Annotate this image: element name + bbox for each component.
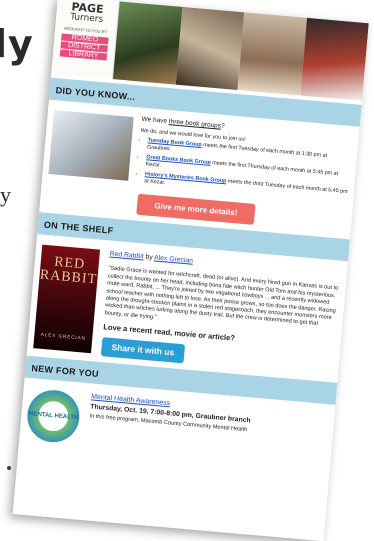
background-dot xyxy=(7,466,11,470)
three-book-groups-link[interactable]: three book groups xyxy=(169,118,222,130)
did-you-know-body: We have three book groups? We do, and we… xyxy=(128,115,353,206)
background-text-fragment: y xyxy=(0,182,11,207)
book-title-link[interactable]: Red Rabbit xyxy=(109,251,143,261)
intro-text: We have xyxy=(141,115,170,126)
page-turners-logo[interactable]: PAGE Turners BROUGHT TO YOU BY ROMEO DIS… xyxy=(51,0,120,80)
background-heading-fragment: ly xyxy=(0,22,34,66)
intro-punct: ? xyxy=(220,122,225,131)
book-group-photo xyxy=(48,110,134,181)
author-link[interactable]: Alex Grecian xyxy=(154,254,193,264)
banner-photo-event xyxy=(299,17,369,101)
library-brand: ROMEO DISTRICT LIBRARY xyxy=(56,33,113,61)
share-it-button[interactable]: Share it with us xyxy=(100,336,185,364)
more-details-button[interactable]: Give me more details! xyxy=(136,193,256,225)
by-text: by xyxy=(143,253,155,262)
banner-photo-library xyxy=(112,1,183,85)
newsletter-page: PAGE Turners BROUGHT TO YOU BY ROMEO DIS… xyxy=(12,0,369,541)
cover-author: ALEX GRECIAN xyxy=(40,331,87,341)
on-the-shelf-body: Red Rabbit by Alex Grecian "Sadie Grace … xyxy=(91,250,341,377)
red-rabbit-book-cover[interactable]: RED RABBIT ALEX GRECIAN xyxy=(33,244,101,354)
banner-photo-reading xyxy=(175,6,245,91)
new-for-you-body: Mental Health Awareness Thursday, Oct. 1… xyxy=(77,393,329,466)
banner-photo-hands xyxy=(237,12,307,96)
cover-title-rabbit: RABBIT xyxy=(39,267,98,288)
mental-health-logo: MENTAL HEALTH xyxy=(25,388,82,445)
mental-health-logo-text: MENTAL HEALTH xyxy=(28,411,79,422)
